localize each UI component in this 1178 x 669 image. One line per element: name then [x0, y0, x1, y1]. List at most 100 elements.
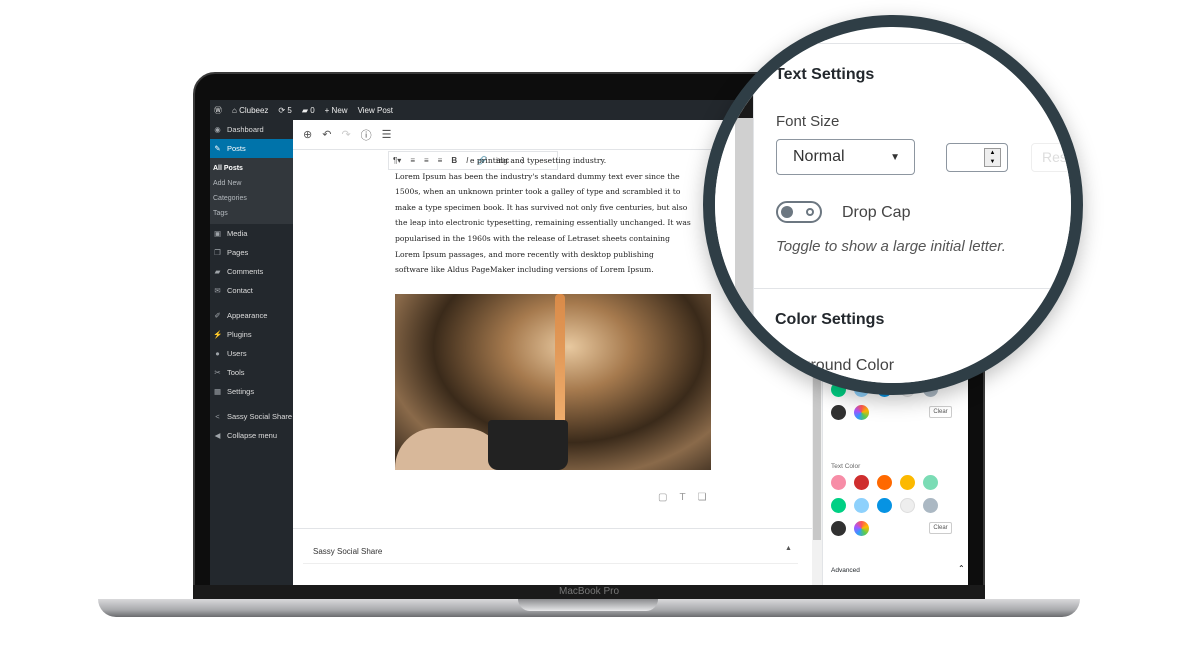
text-settings-heading[interactable]: Text Settings [775, 66, 874, 84]
toggle-knob [781, 206, 793, 218]
metabox-title[interactable]: Sassy Social Share [313, 547, 382, 556]
sidebar-item-label: Plugins [227, 330, 252, 339]
sidebar-item-label: Dashboard [227, 125, 264, 134]
clear-color-button[interactable]: Clear [929, 406, 952, 418]
paragraph-line: make a type specimen book. It has surviv… [395, 202, 688, 212]
media-icon: ▣ [213, 229, 222, 238]
view-post-link[interactable]: View Post [358, 106, 393, 115]
divider [753, 288, 1071, 289]
brush-icon: ✐ [214, 311, 221, 320]
comments-link[interactable]: ▰ 0 [302, 106, 315, 115]
background-color-label: Background Color [766, 357, 895, 374]
scrollbar[interactable] [735, 118, 753, 383]
font-size-select[interactable]: Normal ▼ [776, 139, 915, 175]
sidebar-item-contact[interactable]: ✉ Contact [210, 281, 293, 300]
image-detail [555, 294, 565, 434]
sidebar-item-pages[interactable]: ❐ Pages [210, 243, 293, 262]
color-swatch[interactable] [877, 498, 892, 513]
spinner-icon[interactable]: ▲ ▼ [984, 148, 1001, 167]
sidebar-item-label: Sassy Social Share [227, 412, 293, 421]
sidebar-item-label: Posts [227, 144, 246, 153]
color-swatch[interactable] [923, 498, 938, 513]
paragraph-block[interactable]: e printing and typesetting industry. Lore… [395, 153, 715, 278]
color-swatch[interactable] [854, 498, 869, 513]
share-icon: < [215, 412, 220, 421]
sidebar-item-media[interactable]: ▣ Media [210, 224, 293, 243]
pages-icon: ❐ [214, 248, 221, 257]
color-swatch[interactable] [831, 521, 846, 536]
color-settings-heading[interactable]: Color Settings [775, 311, 884, 329]
paragraph-line: e printing and typesetting industry. [470, 156, 607, 165]
color-swatch[interactable] [877, 475, 892, 490]
sidebar-item-tools[interactable]: ✂ Tools [210, 363, 293, 382]
reset-button[interactable]: Reset [1031, 143, 1071, 172]
sidebar-item-label: Users [227, 349, 247, 358]
color-swatch[interactable] [831, 475, 846, 490]
sidebar-item-appearance[interactable]: ✐ Appearance [210, 306, 293, 325]
wordpress-logo-icon[interactable]: Ⓦ [214, 105, 222, 116]
paragraph-line: popularised in the 1960s with the releas… [395, 233, 670, 243]
info-icon[interactable]: ⓘ [361, 127, 372, 143]
font-size-label: Font Size [776, 113, 840, 130]
sidebar-item-label: Comments [227, 267, 264, 276]
sidebar-item-sassy-social-share[interactable]: < Sassy Social Share [210, 407, 293, 426]
sidebar-item-collapse-menu[interactable]: ◀ Collapse menu [210, 426, 293, 445]
sidebar-item-posts[interactable]: ✎ Posts [210, 139, 293, 158]
undo-icon[interactable]: ↶ [322, 128, 331, 141]
updates-link[interactable]: ⟳ 5 [278, 106, 291, 115]
color-swatch[interactable] [923, 475, 938, 490]
outline-icon[interactable]: ☰ [382, 128, 392, 141]
sidebar-item-dashboard[interactable]: ◉ Dashboard [210, 120, 293, 139]
color-swatch[interactable] [900, 475, 915, 490]
paragraph-line: the leap into electronic typesetting, re… [395, 218, 691, 228]
sidebar-item-users[interactable]: ● Users [210, 344, 293, 363]
text-icon[interactable]: T [679, 492, 685, 503]
text-color-label: Text Color [831, 463, 861, 470]
paragraph-line: 1500s, when an unknown printer took a ga… [395, 187, 681, 197]
device-label: MacBook Pro [193, 585, 985, 599]
submenu-item[interactable]: Add New [210, 176, 293, 191]
submenu-item[interactable]: Categories [210, 191, 293, 206]
redo-icon[interactable]: ↷ [341, 128, 350, 141]
chevron-up-icon[interactable]: ⌃ [958, 564, 965, 573]
sidebar-item-comments[interactable]: ▰ Comments [210, 262, 293, 281]
custom-color-picker[interactable] [854, 521, 869, 536]
sidebar-item-label: Media [227, 229, 248, 238]
sidebar-item-label: Tools [227, 368, 245, 377]
sidebar-item-label: Contact [227, 286, 253, 295]
comments-icon: ▰ [214, 267, 221, 276]
pin-icon: ✎ [214, 144, 221, 153]
sidebar-item-plugins[interactable]: ⚡ Plugins [210, 325, 293, 344]
font-size-number-input[interactable]: ▲ ▼ [946, 143, 1008, 172]
drop-cap-help: Toggle to show a large initial letter. [776, 238, 1006, 255]
dashboard-icon: ◉ [214, 125, 221, 134]
drop-cap-label: Drop Cap [842, 204, 911, 221]
collapse-icon: ◀ [214, 431, 221, 440]
new-link[interactable]: + New [325, 106, 348, 115]
dropdown-arrow-icon: ▼ [890, 151, 900, 163]
sidebar-item-label: Collapse menu [227, 431, 278, 440]
clear-color-button[interactable]: Clear [929, 522, 952, 534]
user-icon: ● [215, 349, 220, 358]
submenu-item[interactable]: All Posts [210, 161, 293, 176]
drop-cap-toggle[interactable] [776, 201, 822, 223]
submenu-item[interactable]: Tags [210, 206, 293, 221]
advanced-toggle[interactable]: Advanced [831, 567, 860, 574]
color-swatch[interactable] [831, 498, 846, 513]
posts-submenu: All Posts Add New Categories Tags [210, 158, 293, 224]
collapse-arrow-icon[interactable]: ▲ [785, 545, 792, 552]
color-swatch[interactable] [854, 475, 869, 490]
divider [303, 563, 798, 564]
wrench-icon: ✂ [214, 368, 221, 377]
site-link[interactable]: ⌂ Clubeez [232, 106, 268, 115]
add-block-icon[interactable]: ⊕ [303, 128, 312, 141]
color-swatch[interactable] [900, 498, 915, 513]
custom-color-picker[interactable] [854, 405, 869, 420]
color-swatch[interactable] [831, 405, 846, 420]
plugin-icon: ⚡ [213, 330, 223, 339]
sidebar-item-settings[interactable]: ▦ Settings [210, 382, 293, 401]
image-icon[interactable]: ▢ [658, 492, 667, 503]
settings-icon: ▦ [213, 387, 222, 396]
gallery-icon[interactable]: ❏ [698, 492, 707, 503]
divider [753, 43, 1071, 44]
